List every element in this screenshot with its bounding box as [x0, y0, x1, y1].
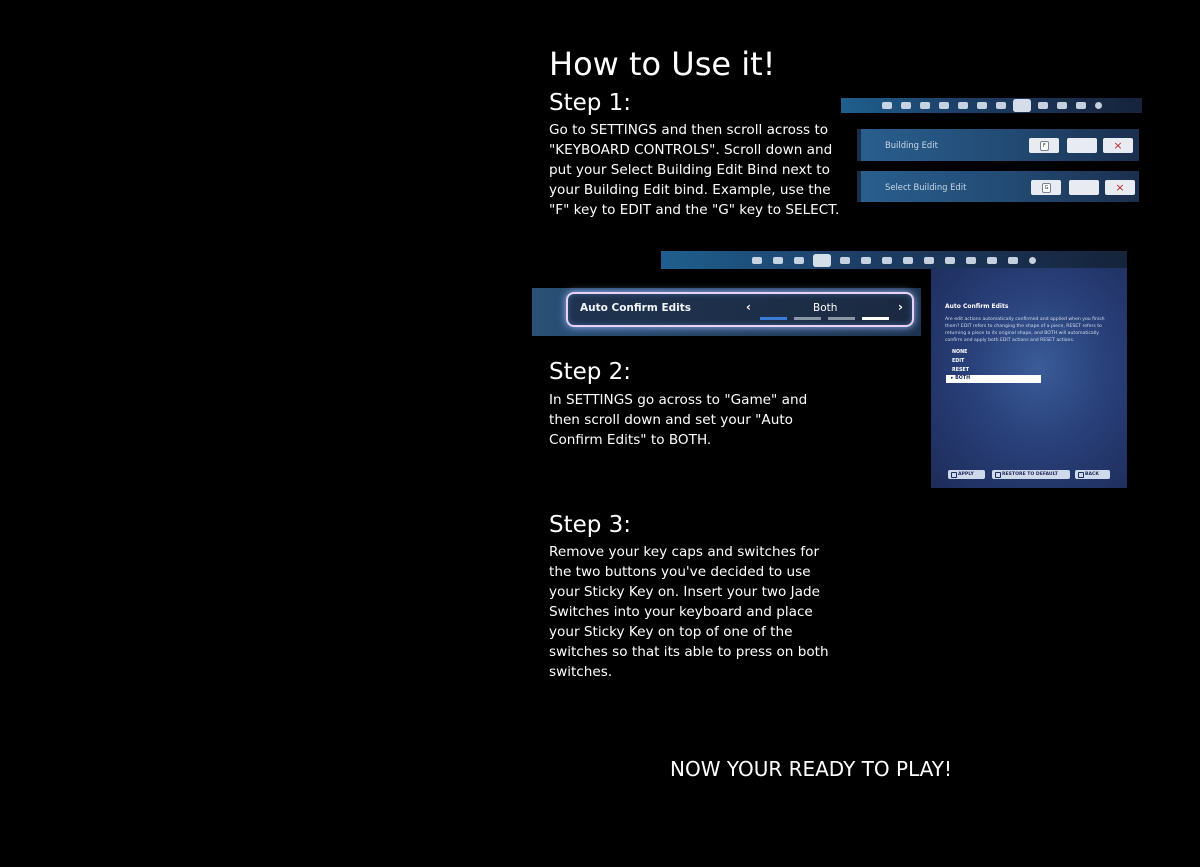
apply-button[interactable]: APPLY [948, 470, 985, 479]
option-edit[interactable]: EDIT [952, 359, 964, 364]
step3-text: Remove your key caps and switches for th… [549, 542, 849, 682]
step3-line: switches. [549, 664, 613, 680]
binding-label: Select Building Edit [885, 182, 967, 192]
accessibility-icon[interactable] [919, 102, 930, 109]
grid-icon[interactable] [1075, 102, 1086, 109]
gamepad-icon[interactable] [924, 256, 934, 264]
step3-line: your Sticky Key on. Insert your two Jade [549, 584, 821, 600]
settings-tab-bar [661, 251, 1127, 269]
auto-confirm-edits-row: Auto Confirm Edits ‹ Both › [532, 288, 921, 336]
option-label: BOTH [955, 376, 971, 381]
monitor-icon[interactable] [752, 256, 762, 264]
grid-icon[interactable] [1008, 256, 1018, 264]
option-both[interactable]: ▸ BOTH [946, 375, 1041, 383]
mouse-icon[interactable] [995, 102, 1006, 109]
setting-label: Auto Confirm Edits [580, 302, 691, 314]
step1-line: "F" key to EDIT and the "G" key to SELEC… [549, 202, 840, 218]
step2-line: In SETTINGS go across to "Game" and [549, 392, 808, 408]
page-title: How to Use it! [549, 45, 776, 83]
step2-line: then scroll down and set your "Auto [549, 412, 793, 428]
step3-line: switches so that its able to press on bo… [549, 644, 829, 660]
display-icon[interactable] [957, 102, 968, 109]
close-icon[interactable]: × [1105, 180, 1135, 195]
step3-heading: Step 3: [549, 512, 632, 538]
step1-line: your Building Edit bind. Example, use th… [549, 182, 831, 198]
dpad-icon[interactable] [987, 256, 997, 264]
step2-line: Confirm Edits" to BOTH. [549, 432, 712, 448]
primary-key-slot[interactable]: G [1031, 180, 1061, 195]
chevron-left-icon[interactable]: ‹ [746, 300, 751, 314]
touch-icon[interactable] [861, 256, 871, 264]
speaker-icon[interactable] [900, 102, 911, 109]
step2-text: In SETTINGS go across to "Game" and then… [549, 390, 849, 450]
setting-description-panel: Auto Confirm Edits Are edit actions auto… [931, 268, 1127, 488]
building-edit-row: Building Edit F × [857, 129, 1139, 161]
value-segment [862, 317, 889, 320]
step1-heading: Step 1: [549, 90, 632, 116]
option-reset[interactable]: RESET [952, 368, 969, 373]
controller-icon[interactable] [966, 256, 976, 264]
value-segment [794, 317, 821, 320]
secondary-key-slot[interactable] [1069, 180, 1099, 195]
game-icon[interactable] [815, 255, 829, 265]
step1-line: "KEYBOARD CONTROLS". Scroll down and [549, 142, 833, 158]
step1-line: Go to SETTINGS and then scroll across to [549, 122, 829, 138]
account-icon[interactable] [1094, 102, 1102, 109]
restore-default-button[interactable]: RESTORE TO DEFAULT [992, 470, 1070, 479]
monitor-icon[interactable] [881, 102, 892, 109]
chevron-right-icon[interactable]: › [898, 300, 903, 314]
value-segment [828, 317, 855, 320]
step3-line: your Sticky Key on top of one of the [549, 624, 793, 640]
dpad-icon[interactable] [1056, 102, 1067, 109]
display-icon[interactable] [840, 256, 850, 264]
key-cap: G [1042, 183, 1051, 193]
gamepad-icon[interactable] [1037, 102, 1048, 109]
auto-confirm-edits-selector[interactable]: Auto Confirm Edits ‹ Both › [566, 292, 914, 327]
panel-title: Auto Confirm Edits [945, 303, 1009, 310]
accessibility-icon[interactable] [794, 256, 804, 264]
account-icon[interactable] [1029, 256, 1036, 264]
touch-icon[interactable] [976, 102, 987, 109]
select-building-edit-row: Select Building Edit G × [857, 171, 1139, 202]
speaker-icon[interactable] [773, 256, 783, 264]
settings-tab-bar [841, 98, 1142, 113]
back-button[interactable]: BACK [1075, 470, 1110, 479]
setting-value: Both [813, 302, 838, 314]
step1-line: put your Select Building Edit Bind next … [549, 162, 830, 178]
mouse-icon[interactable] [882, 256, 892, 264]
key-cap: F [1040, 141, 1049, 151]
value-segment [760, 317, 787, 320]
step3-line: Remove your key caps and switches for [549, 544, 820, 560]
close-icon[interactable]: × [1103, 138, 1133, 153]
step3-line: Switches into your keyboard and place [549, 604, 813, 620]
secondary-key-slot[interactable] [1067, 138, 1097, 153]
step1-text: Go to SETTINGS and then scroll across to… [549, 120, 849, 220]
step3-line: the two buttons you've decided to use [549, 564, 811, 580]
primary-key-slot[interactable]: F [1029, 138, 1059, 153]
panel-description: Are edit actions automatically confirmed… [945, 317, 1105, 343]
binding-label: Building Edit [885, 140, 938, 150]
keyboard-controls-icon[interactable] [1014, 101, 1029, 110]
wireless-controller-icon[interactable] [945, 256, 955, 264]
controller-icon[interactable] [938, 102, 949, 109]
step2-heading: Step 2: [549, 359, 632, 385]
ready-to-play-text: NOW YOUR READY TO PLAY! [670, 757, 953, 781]
option-none[interactable]: NONE [952, 350, 967, 355]
keyboard-icon[interactable] [903, 256, 913, 264]
